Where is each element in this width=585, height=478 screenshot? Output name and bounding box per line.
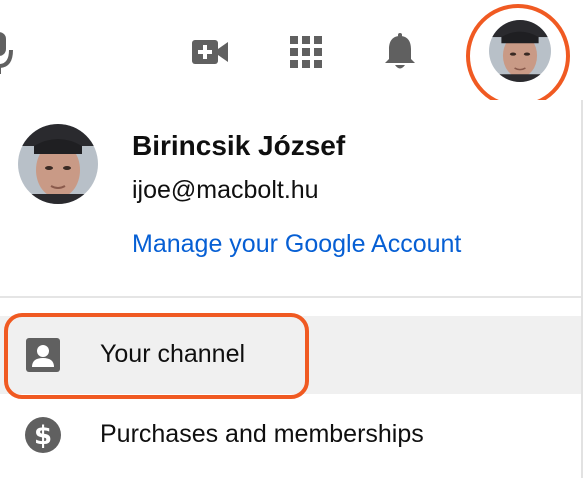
apps-grid-icon[interactable]	[284, 30, 328, 74]
manage-google-account-link[interactable]: Manage your Google Account	[132, 230, 461, 259]
person-icon	[24, 336, 62, 374]
dollar-icon: $	[24, 416, 62, 454]
mic-icon[interactable]	[0, 30, 14, 74]
avatar	[18, 124, 98, 204]
top-bar	[0, 0, 585, 108]
bell-icon[interactable]	[378, 30, 422, 74]
account-name: Birincsik József	[132, 130, 346, 161]
menu-item-label: Your channel	[100, 340, 246, 368]
account-email: ijoe@macbolt.hu	[132, 176, 319, 204]
svg-text:$: $	[34, 421, 52, 451]
menu-item-label: Purchases and memberships	[100, 420, 424, 448]
menu-item-your-channel[interactable]: Your channel	[0, 316, 581, 394]
avatar-button[interactable]	[489, 20, 551, 82]
menu-divider	[0, 296, 581, 298]
menu-item-purchases-memberships[interactable]: $ Purchases and memberships	[0, 396, 581, 474]
youtube-account-menu-page: Birincsik József ijoe@macbolt.hu Manage …	[0, 0, 585, 478]
video-camera-plus-icon[interactable]	[188, 30, 232, 74]
account-dropdown-menu: Birincsik József ijoe@macbolt.hu Manage …	[0, 100, 583, 478]
account-header: Birincsik József ijoe@macbolt.hu Manage …	[0, 100, 581, 296]
